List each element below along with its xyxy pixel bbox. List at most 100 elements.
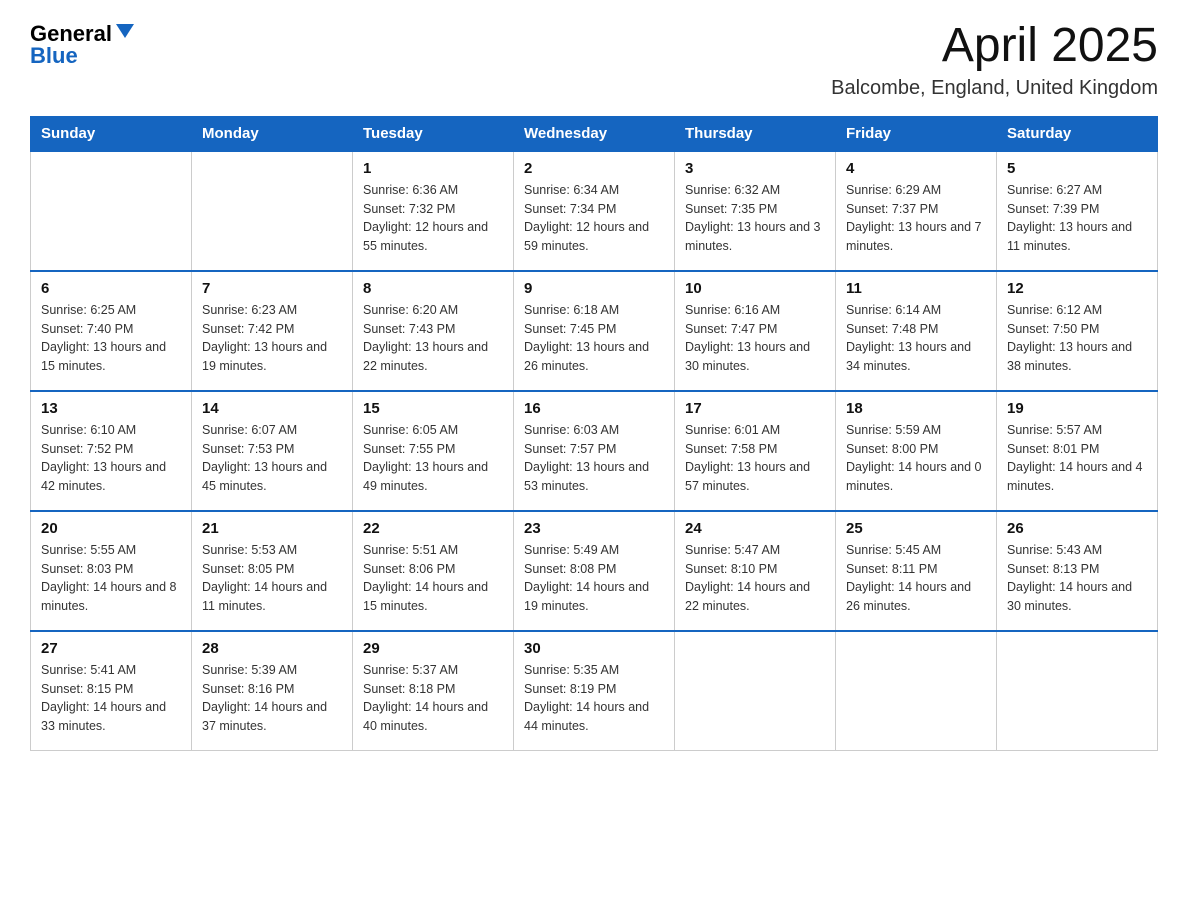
day-number: 23: [524, 520, 664, 537]
day-number: 17: [685, 400, 825, 417]
calendar-table: Sunday Monday Tuesday Wednesday Thursday…: [30, 116, 1158, 752]
calendar-week-row: 6 Sunrise: 6:25 AMSunset: 7:40 PMDaylight…: [31, 271, 1158, 391]
table-row: 19 Sunrise: 5:57 AMSunset: 8:01 PMDayligh…: [997, 391, 1158, 511]
table-row: 9 Sunrise: 6:18 AMSunset: 7:45 PMDaylight…: [514, 271, 675, 391]
day-number: 27: [41, 640, 181, 657]
logo-triangle-icon: [114, 20, 136, 42]
day-number: 19: [1007, 400, 1147, 417]
table-row: [31, 151, 192, 271]
day-info: Sunrise: 5:47 AMSunset: 8:10 PMDaylight:…: [685, 541, 825, 616]
day-info: Sunrise: 6:05 AMSunset: 7:55 PMDaylight:…: [363, 421, 503, 496]
table-row: 1Sunrise: 6:36 AMSunset: 7:32 PMDaylight…: [353, 151, 514, 271]
day-number: 12: [1007, 280, 1147, 297]
calendar-subtitle: Balcombe, England, United Kingdom: [831, 77, 1158, 100]
day-number: 21: [202, 520, 342, 537]
day-number: 5: [1007, 160, 1147, 177]
day-info: Sunrise: 6:34 AMSunset: 7:34 PMDaylight:…: [524, 181, 664, 256]
table-row: 7 Sunrise: 6:23 AMSunset: 7:42 PMDaylight…: [192, 271, 353, 391]
table-row: 15 Sunrise: 6:05 AMSunset: 7:55 PMDayligh…: [353, 391, 514, 511]
day-info: Sunrise: 5:37 AMSunset: 8:18 PMDaylight:…: [363, 661, 503, 736]
day-number: 6: [41, 280, 181, 297]
table-row: 24 Sunrise: 5:47 AMSunset: 8:10 PMDayligh…: [675, 511, 836, 631]
col-thursday: Thursday: [675, 116, 836, 151]
table-row: [997, 631, 1158, 751]
calendar-title: April 2025: [831, 20, 1158, 73]
day-info: Sunrise: 6:14 AMSunset: 7:48 PMDaylight:…: [846, 301, 986, 376]
day-info: Sunrise: 5:41 AMSunset: 8:15 PMDaylight:…: [41, 661, 181, 736]
table-row: 12 Sunrise: 6:12 AMSunset: 7:50 PMDayligh…: [997, 271, 1158, 391]
day-info: Sunrise: 5:57 AMSunset: 8:01 PMDaylight:…: [1007, 421, 1147, 496]
table-row: 11 Sunrise: 6:14 AMSunset: 7:48 PMDayligh…: [836, 271, 997, 391]
day-number: 13: [41, 400, 181, 417]
table-row: 5 Sunrise: 6:27 AMSunset: 7:39 PMDaylight…: [997, 151, 1158, 271]
table-row: [192, 151, 353, 271]
day-info: Sunrise: 6:07 AMSunset: 7:53 PMDaylight:…: [202, 421, 342, 496]
table-row: 30 Sunrise: 5:35 AMSunset: 8:19 PMDayligh…: [514, 631, 675, 751]
day-number: 22: [363, 520, 503, 537]
day-info: Sunrise: 5:39 AMSunset: 8:16 PMDaylight:…: [202, 661, 342, 736]
day-number: 3: [685, 160, 825, 177]
calendar-week-row: 27 Sunrise: 5:41 AMSunset: 8:15 PMDayligh…: [31, 631, 1158, 751]
table-row: 22 Sunrise: 5:51 AMSunset: 8:06 PMDayligh…: [353, 511, 514, 631]
day-number: 15: [363, 400, 503, 417]
calendar-header-row: Sunday Monday Tuesday Wednesday Thursday…: [31, 116, 1158, 151]
day-info: Sunrise: 6:20 AMSunset: 7:43 PMDaylight:…: [363, 301, 503, 376]
day-info: Sunrise: 5:53 AMSunset: 8:05 PMDaylight:…: [202, 541, 342, 616]
page-header: General Blue April 2025 Balcombe, Englan…: [30, 20, 1158, 100]
day-info: Sunrise: 5:49 AMSunset: 8:08 PMDaylight:…: [524, 541, 664, 616]
day-number: 4: [846, 160, 986, 177]
col-monday: Monday: [192, 116, 353, 151]
day-info: Sunrise: 6:12 AMSunset: 7:50 PMDaylight:…: [1007, 301, 1147, 376]
day-info: Sunrise: 6:18 AMSunset: 7:45 PMDaylight:…: [524, 301, 664, 376]
day-info: Sunrise: 5:43 AMSunset: 8:13 PMDaylight:…: [1007, 541, 1147, 616]
day-info: Sunrise: 5:35 AMSunset: 8:19 PMDaylight:…: [524, 661, 664, 736]
day-number: 14: [202, 400, 342, 417]
day-info: Sunrise: 6:23 AMSunset: 7:42 PMDaylight:…: [202, 301, 342, 376]
col-friday: Friday: [836, 116, 997, 151]
day-number: 29: [363, 640, 503, 657]
day-info: Sunrise: 5:51 AMSunset: 8:06 PMDaylight:…: [363, 541, 503, 616]
table-row: 25Sunrise: 5:45 AMSunset: 8:11 PMDayligh…: [836, 511, 997, 631]
table-row: 26 Sunrise: 5:43 AMSunset: 8:13 PMDayligh…: [997, 511, 1158, 631]
table-row: 4 Sunrise: 6:29 AMSunset: 7:37 PMDaylight…: [836, 151, 997, 271]
title-section: April 2025 Balcombe, England, United Kin…: [831, 20, 1158, 100]
day-number: 7: [202, 280, 342, 297]
day-info: Sunrise: 6:29 AMSunset: 7:37 PMDaylight:…: [846, 181, 986, 256]
table-row: [836, 631, 997, 751]
table-row: 2 Sunrise: 6:34 AMSunset: 7:34 PMDaylight…: [514, 151, 675, 271]
day-number: 26: [1007, 520, 1147, 537]
logo: General Blue: [30, 20, 136, 69]
table-row: 3 Sunrise: 6:32 AMSunset: 7:35 PMDaylight…: [675, 151, 836, 271]
table-row: 13Sunrise: 6:10 AMSunset: 7:52 PMDayligh…: [31, 391, 192, 511]
table-row: 18Sunrise: 5:59 AMSunset: 8:00 PMDayligh…: [836, 391, 997, 511]
calendar-week-row: 1Sunrise: 6:36 AMSunset: 7:32 PMDaylight…: [31, 151, 1158, 271]
day-number: 20: [41, 520, 181, 537]
day-number: 10: [685, 280, 825, 297]
day-info: Sunrise: 6:27 AMSunset: 7:39 PMDaylight:…: [1007, 181, 1147, 256]
day-number: 24: [685, 520, 825, 537]
day-number: 9: [524, 280, 664, 297]
day-number: 2: [524, 160, 664, 177]
col-sunday: Sunday: [31, 116, 192, 151]
table-row: [675, 631, 836, 751]
table-row: 27 Sunrise: 5:41 AMSunset: 8:15 PMDayligh…: [31, 631, 192, 751]
table-row: 16Sunrise: 6:03 AMSunset: 7:57 PMDayligh…: [514, 391, 675, 511]
col-tuesday: Tuesday: [353, 116, 514, 151]
day-info: Sunrise: 6:16 AMSunset: 7:47 PMDaylight:…: [685, 301, 825, 376]
table-row: 10 Sunrise: 6:16 AMSunset: 7:47 PMDayligh…: [675, 271, 836, 391]
table-row: 8 Sunrise: 6:20 AMSunset: 7:43 PMDaylight…: [353, 271, 514, 391]
table-row: 17Sunrise: 6:01 AMSunset: 7:58 PMDayligh…: [675, 391, 836, 511]
table-row: 21 Sunrise: 5:53 AMSunset: 8:05 PMDayligh…: [192, 511, 353, 631]
day-info: Sunrise: 6:32 AMSunset: 7:35 PMDaylight:…: [685, 181, 825, 256]
day-info: Sunrise: 6:03 AMSunset: 7:57 PMDaylight:…: [524, 421, 664, 496]
day-info: Sunrise: 5:59 AMSunset: 8:00 PMDaylight:…: [846, 421, 986, 496]
table-row: 14 Sunrise: 6:07 AMSunset: 7:53 PMDayligh…: [192, 391, 353, 511]
day-number: 8: [363, 280, 503, 297]
table-row: 20Sunrise: 5:55 AMSunset: 8:03 PMDayligh…: [31, 511, 192, 631]
table-row: 23 Sunrise: 5:49 AMSunset: 8:08 PMDayligh…: [514, 511, 675, 631]
day-number: 11: [846, 280, 986, 297]
table-row: 29 Sunrise: 5:37 AMSunset: 8:18 PMDayligh…: [353, 631, 514, 751]
day-info: Sunrise: 6:25 AMSunset: 7:40 PMDaylight:…: [41, 301, 181, 376]
table-row: 6 Sunrise: 6:25 AMSunset: 7:40 PMDaylight…: [31, 271, 192, 391]
day-number: 30: [524, 640, 664, 657]
